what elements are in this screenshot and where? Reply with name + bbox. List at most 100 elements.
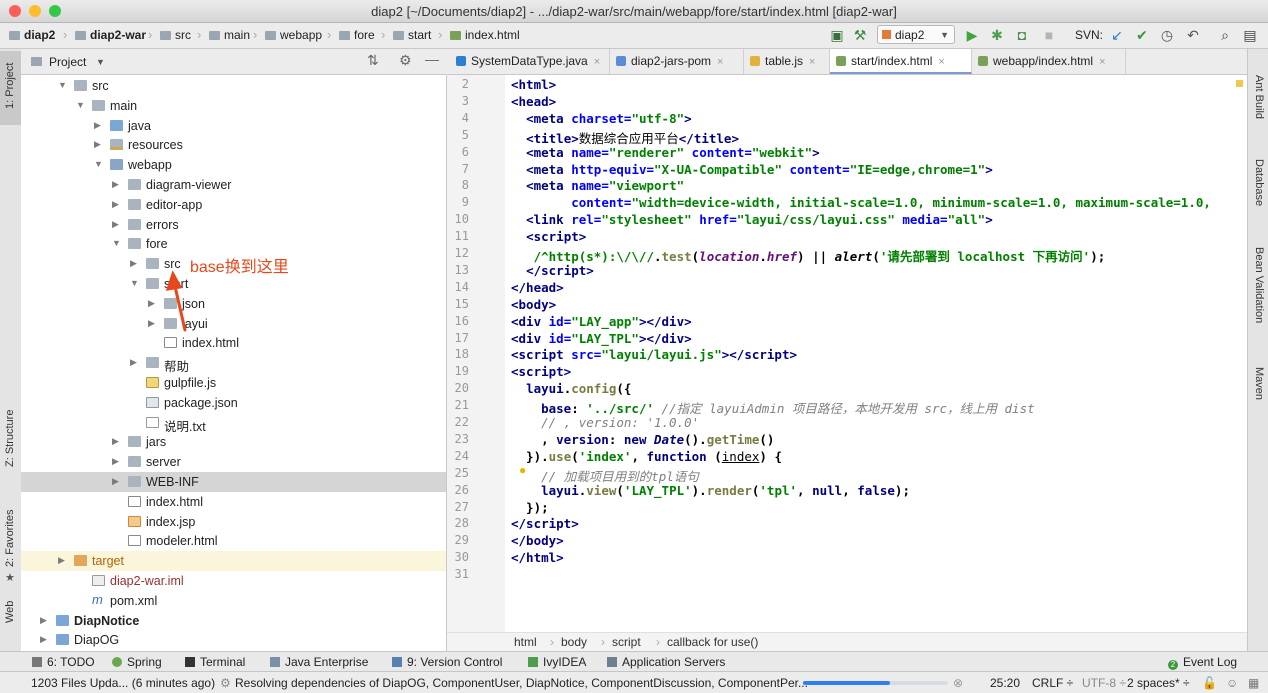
close-tab-icon[interactable]: ×: [938, 56, 944, 68]
code-line[interactable]: <body>: [511, 297, 556, 312]
code-line[interactable]: <html>: [511, 77, 556, 92]
application-servers-tool-button[interactable]: Application Servers: [607, 655, 725, 669]
cancel-task-icon[interactable]: ⊗: [953, 676, 963, 690]
file-type-icon: [456, 56, 466, 66]
line-number: 9: [461, 195, 469, 210]
line-number: 18: [454, 347, 469, 362]
close-tab-icon[interactable]: ×: [1099, 56, 1105, 68]
code-line[interactable]: <script>: [511, 364, 571, 379]
editor-tab[interactable]: diap2-jars-pom ×: [610, 49, 744, 74]
encoding-select[interactable]: UTF-8 ÷: [1082, 676, 1126, 690]
code-line[interactable]: layui.view('LAY_TPL').render('tpl', null…: [511, 483, 910, 498]
close-tab-icon[interactable]: ×: [594, 56, 600, 68]
file-type-icon: [750, 56, 760, 66]
line-number: 19: [454, 364, 469, 379]
caret-position[interactable]: 25:20: [990, 676, 1020, 690]
code-line[interactable]: , version: new Date().getTime(): [511, 432, 774, 447]
bulb-icon[interactable]: ●: [519, 463, 526, 477]
close-tab-icon[interactable]: ×: [809, 56, 815, 68]
line-number: 21: [454, 398, 469, 413]
code-line[interactable]: layui.config({: [511, 381, 631, 396]
code-line[interactable]: </html>: [511, 550, 564, 565]
event-log-tool-button[interactable]: 2 Event Log: [1168, 655, 1237, 670]
code-line[interactable]: }).use('index', function (index) {: [511, 449, 782, 464]
code-line[interactable]: <link rel="stylesheet" href="layui/css/l…: [511, 212, 993, 227]
line-number: 13: [454, 262, 469, 277]
line-number: 28: [454, 516, 469, 531]
line-number: 20: [454, 381, 469, 396]
java-enterprise-label: Java Enterprise: [285, 655, 369, 669]
line-number: 16: [454, 313, 469, 328]
code-line[interactable]: <div id="LAY_app"></div>: [511, 314, 692, 329]
code-breadcrumb-item[interactable]: script: [612, 635, 641, 649]
line-number: 25: [454, 465, 469, 480]
line-separator-select[interactable]: CRLF ÷: [1032, 676, 1073, 690]
spring-icon: [112, 657, 122, 667]
code-line[interactable]: /^http(s*):\/\//.test(location.href) || …: [511, 246, 1106, 265]
ivyidea-tool-button[interactable]: IvyIDEA: [528, 655, 586, 669]
version-control-tool-button[interactable]: 9: Version Control: [392, 655, 502, 669]
editor-breadcrumb: html › body › script › callback for use(): [447, 632, 1247, 652]
file-type-icon: [978, 56, 988, 66]
code-line[interactable]: </script>: [511, 516, 579, 531]
line-number: 30: [454, 550, 469, 565]
code-line[interactable]: </head>: [511, 280, 564, 295]
tab-label: table.js: [765, 54, 804, 68]
line-number: 5: [461, 127, 469, 142]
background-task-text[interactable]: Resolving dependencies of DiapOG, Compon…: [235, 676, 808, 690]
tool-windows-bar: 6: TODO Spring Terminal Java Enterprise …: [0, 651, 1268, 672]
spring-tool-button[interactable]: Spring: [112, 655, 162, 669]
inspection-status-icon[interactable]: [1236, 80, 1243, 87]
memory-icon[interactable]: ▦: [1248, 676, 1259, 690]
list-icon: [32, 657, 42, 667]
code-line[interactable]: <meta http-equiv="X-UA-Compatible" conte…: [511, 162, 993, 177]
code-line[interactable]: <div id="LAY_TPL"></div>: [511, 331, 692, 346]
editor-tab[interactable]: SystemDataType.java ×: [450, 49, 610, 74]
editor-gutter: 2 3 4 5 6 7 8 9 10 11 12 13 14 15 16 17 18 19 20 21 22 23 24 25…: [447, 75, 506, 632]
version-control-label: 9: Version Control: [407, 655, 503, 669]
code-breadcrumb-item[interactable]: html: [514, 635, 537, 649]
code-editor[interactable]: <html> <head> <meta charset="utf-8"> <tit…: [505, 75, 1247, 632]
line-number: 31: [454, 567, 469, 582]
line-number: 4: [461, 110, 469, 125]
code-line[interactable]: // , version: '1.0.0': [511, 415, 699, 430]
terminal-label: Terminal: [200, 655, 246, 669]
terminal-tool-button[interactable]: Terminal: [185, 655, 245, 669]
line-number: 14: [454, 279, 469, 294]
editor-tab[interactable]: table.js ×: [744, 49, 830, 74]
line-number: 23: [454, 431, 469, 446]
code-line[interactable]: </body>: [511, 533, 564, 548]
event-log-label: Event Log: [1183, 655, 1238, 669]
code-line[interactable]: content="width=device-width, initial-sca…: [511, 195, 1211, 210]
lock-icon[interactable]: 🔓: [1202, 676, 1217, 690]
code-line[interactable]: </script>: [511, 263, 594, 278]
status-message[interactable]: 1203 Files Upda... (6 minutes ago): [31, 676, 215, 690]
code-breadcrumb-item[interactable]: body: [561, 635, 587, 649]
inspector-icon[interactable]: ☺: [1226, 676, 1238, 690]
event-count-badge: 2: [1168, 660, 1178, 670]
line-number: 2: [461, 77, 469, 91]
code-line[interactable]: });: [511, 500, 549, 515]
todo-label: 6: TODO: [47, 655, 95, 669]
close-tab-icon[interactable]: ×: [717, 56, 723, 68]
line-number: 10: [454, 212, 469, 227]
indent-select[interactable]: 2 spaces* ÷: [1127, 676, 1190, 690]
line-number: 8: [461, 178, 469, 193]
code-line[interactable]: <meta name="renderer" content="webkit">: [511, 145, 820, 160]
file-type-icon: [836, 56, 846, 66]
breadcrumb-separator-icon: ›: [550, 635, 554, 649]
code-line[interactable]: <meta charset="utf-8">: [511, 111, 692, 126]
java-enterprise-tool-button[interactable]: Java Enterprise: [270, 655, 368, 669]
code-line[interactable]: <script>: [511, 229, 586, 244]
todo-tool-button[interactable]: 6: TODO: [32, 655, 95, 669]
line-number: 6: [461, 144, 469, 159]
code-line[interactable]: <meta name="viewport": [511, 178, 684, 193]
editor-tab[interactable]: webapp/index.html ×: [972, 49, 1126, 74]
tab-label: start/index.html: [851, 54, 933, 68]
line-number: 11: [454, 229, 469, 244]
code-breadcrumb-item[interactable]: callback for use(): [667, 635, 758, 649]
code-line[interactable]: <script src="layui/layui.js"></script>: [511, 347, 797, 362]
breadcrumb-separator-icon: ›: [656, 635, 660, 649]
code-line[interactable]: <head>: [511, 94, 556, 109]
editor-tab[interactable]: start/index.html ×: [830, 49, 972, 74]
